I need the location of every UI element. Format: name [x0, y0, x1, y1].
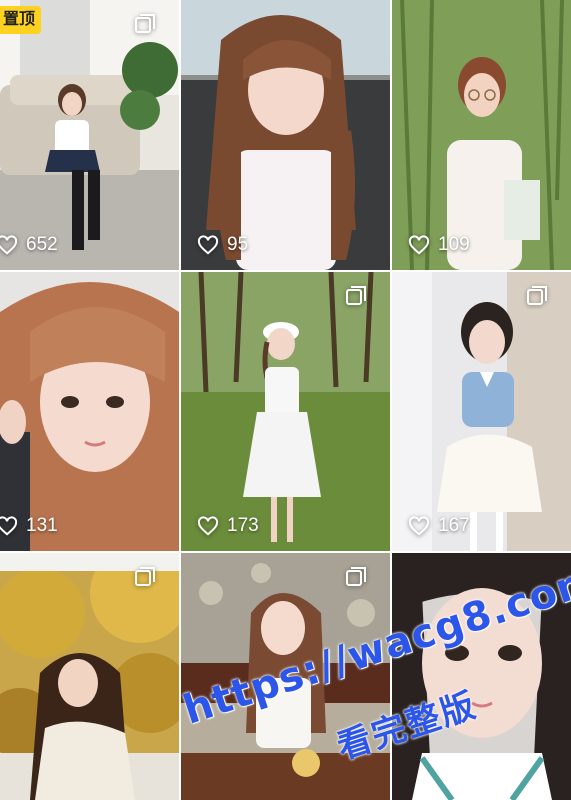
post-thumbnail: [0, 272, 179, 551]
like-count[interactable]: 652: [0, 234, 58, 256]
post-thumbnail: [392, 553, 571, 800]
post-tile[interactable]: 652 置顶: [0, 0, 179, 270]
multi-image-icon: [346, 286, 366, 305]
heart-icon: [197, 516, 219, 536]
like-count-value: 652: [26, 234, 58, 255]
post-tile[interactable]: 167: [392, 272, 571, 551]
post-tile[interactable]: 109: [392, 0, 571, 270]
post-tile[interactable]: 131: [0, 272, 179, 551]
multi-image-icon: [135, 567, 155, 586]
post-tile[interactable]: [181, 553, 390, 800]
heart-icon: [0, 235, 18, 255]
like-count[interactable]: 167: [408, 515, 470, 537]
post-thumbnail: [181, 272, 390, 551]
multi-image-icon: [527, 286, 547, 305]
like-count[interactable]: 131: [0, 515, 58, 537]
post-tile[interactable]: 173: [181, 272, 390, 551]
like-count[interactable]: 173: [197, 515, 259, 537]
like-count-value: 167: [438, 515, 470, 536]
like-count-value: 131: [26, 515, 58, 536]
post-grid: 652 置顶 95 109 131 173 167: [0, 0, 571, 800]
heart-icon: [197, 235, 219, 255]
post-tile[interactable]: [0, 553, 179, 800]
post-thumbnail: [181, 553, 390, 800]
post-thumbnail: [0, 0, 179, 270]
like-count-value: 95: [227, 234, 249, 255]
like-count[interactable]: 109: [408, 234, 470, 256]
like-count-value: 109: [438, 234, 470, 255]
pinned-badge: 置顶: [0, 6, 42, 34]
post-tile[interactable]: 95: [181, 0, 390, 270]
heart-icon: [408, 516, 430, 536]
like-count[interactable]: 95: [197, 234, 248, 256]
heart-icon: [0, 516, 18, 536]
post-tile[interactable]: [392, 553, 571, 800]
post-thumbnail: [392, 0, 571, 270]
multi-image-icon: [346, 567, 366, 586]
post-thumbnail: [181, 0, 390, 270]
multi-image-icon: [135, 14, 155, 33]
post-thumbnail: [392, 272, 571, 551]
post-thumbnail: [0, 553, 179, 800]
like-count-value: 173: [227, 515, 259, 536]
heart-icon: [408, 235, 430, 255]
